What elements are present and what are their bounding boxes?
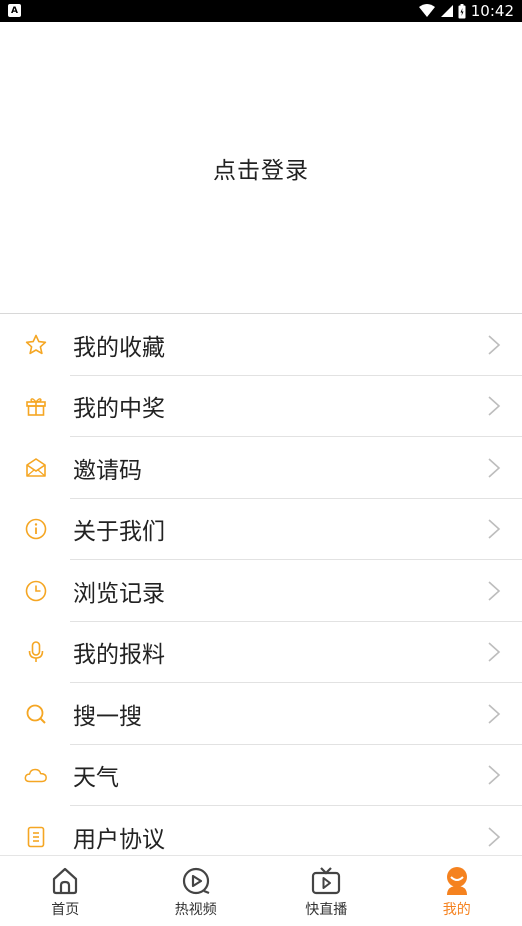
chevron-right-icon bbox=[488, 765, 501, 785]
menu-item-invite-code[interactable]: 邀请码 bbox=[0, 437, 522, 499]
bottom-tab-bar: 首页 热视频 快直播 我的 bbox=[0, 856, 522, 926]
tab-home[interactable]: 首页 bbox=[0, 856, 131, 926]
chevron-right-icon bbox=[488, 704, 501, 724]
tab-hot-videos[interactable]: 热视频 bbox=[131, 856, 262, 926]
login-header: 点击登录 bbox=[0, 22, 522, 313]
chevron-right-icon bbox=[488, 581, 501, 601]
envelope-icon bbox=[24, 456, 48, 480]
signal-icon bbox=[440, 5, 453, 17]
chevron-right-icon bbox=[488, 396, 501, 416]
tab-label: 热视频 bbox=[174, 902, 217, 918]
menu-item-favorites[interactable]: 我的收藏 bbox=[0, 314, 522, 376]
menu-item-label: 邀请码 bbox=[73, 457, 142, 484]
menu-item-weather[interactable]: 天气 bbox=[0, 745, 522, 806]
gift-icon bbox=[24, 394, 48, 418]
menu-item-prizes[interactable]: 我的中奖 bbox=[0, 376, 522, 437]
profile-icon bbox=[446, 867, 467, 895]
chevron-right-icon bbox=[488, 519, 501, 539]
menu-item-label: 天气 bbox=[73, 765, 119, 792]
notification-icon: A bbox=[8, 4, 21, 17]
menu-item-label: 浏览记录 bbox=[73, 580, 165, 607]
menu-item-label: 关于我们 bbox=[73, 519, 165, 546]
tab-label: 首页 bbox=[51, 902, 80, 918]
tab-label: 我的 bbox=[442, 902, 471, 918]
search-icon bbox=[24, 702, 48, 726]
tab-label: 快直播 bbox=[305, 902, 348, 918]
home-icon bbox=[53, 867, 78, 895]
menu-item-about-us[interactable]: 关于我们 bbox=[0, 499, 522, 560]
menu-item-label: 我的收藏 bbox=[73, 334, 165, 361]
login-button[interactable]: 点击登录 bbox=[213, 151, 309, 185]
cloud-icon bbox=[24, 763, 48, 787]
tab-mine[interactable]: 我的 bbox=[392, 856, 522, 926]
clock-icon bbox=[24, 579, 48, 603]
microphone-icon bbox=[24, 640, 48, 664]
menu-item-label: 我的中奖 bbox=[73, 396, 165, 423]
menu-item-search[interactable]: 搜一搜 bbox=[0, 683, 522, 745]
tab-live[interactable]: 快直播 bbox=[261, 856, 392, 926]
chevron-right-icon bbox=[488, 458, 501, 478]
menu-item-label: 我的报料 bbox=[73, 642, 165, 669]
info-icon bbox=[24, 517, 48, 541]
status-time: 10:42 bbox=[470, 2, 514, 20]
menu-item-label: 用户协议 bbox=[73, 826, 165, 853]
chevron-right-icon bbox=[488, 335, 501, 355]
star-icon bbox=[24, 333, 48, 357]
tv-icon bbox=[312, 867, 341, 895]
menu-item-history[interactable]: 浏览记录 bbox=[0, 560, 522, 622]
battery-icon bbox=[458, 3, 466, 18]
menu-item-my-reports[interactable]: 我的报料 bbox=[0, 622, 522, 683]
status-bar: A 10:42 bbox=[0, 0, 522, 22]
wifi-icon bbox=[418, 4, 435, 17]
menu-item-label: 搜一搜 bbox=[73, 703, 142, 730]
document-icon bbox=[24, 825, 48, 849]
video-play-icon bbox=[182, 867, 210, 895]
menu-list: 我的收藏 我的中奖 邀请码 关于我们 浏览记录 我的报料 搜一搜 天气 用户协议 bbox=[0, 314, 522, 868]
chevron-right-icon bbox=[488, 827, 501, 847]
chevron-right-icon bbox=[488, 642, 501, 662]
